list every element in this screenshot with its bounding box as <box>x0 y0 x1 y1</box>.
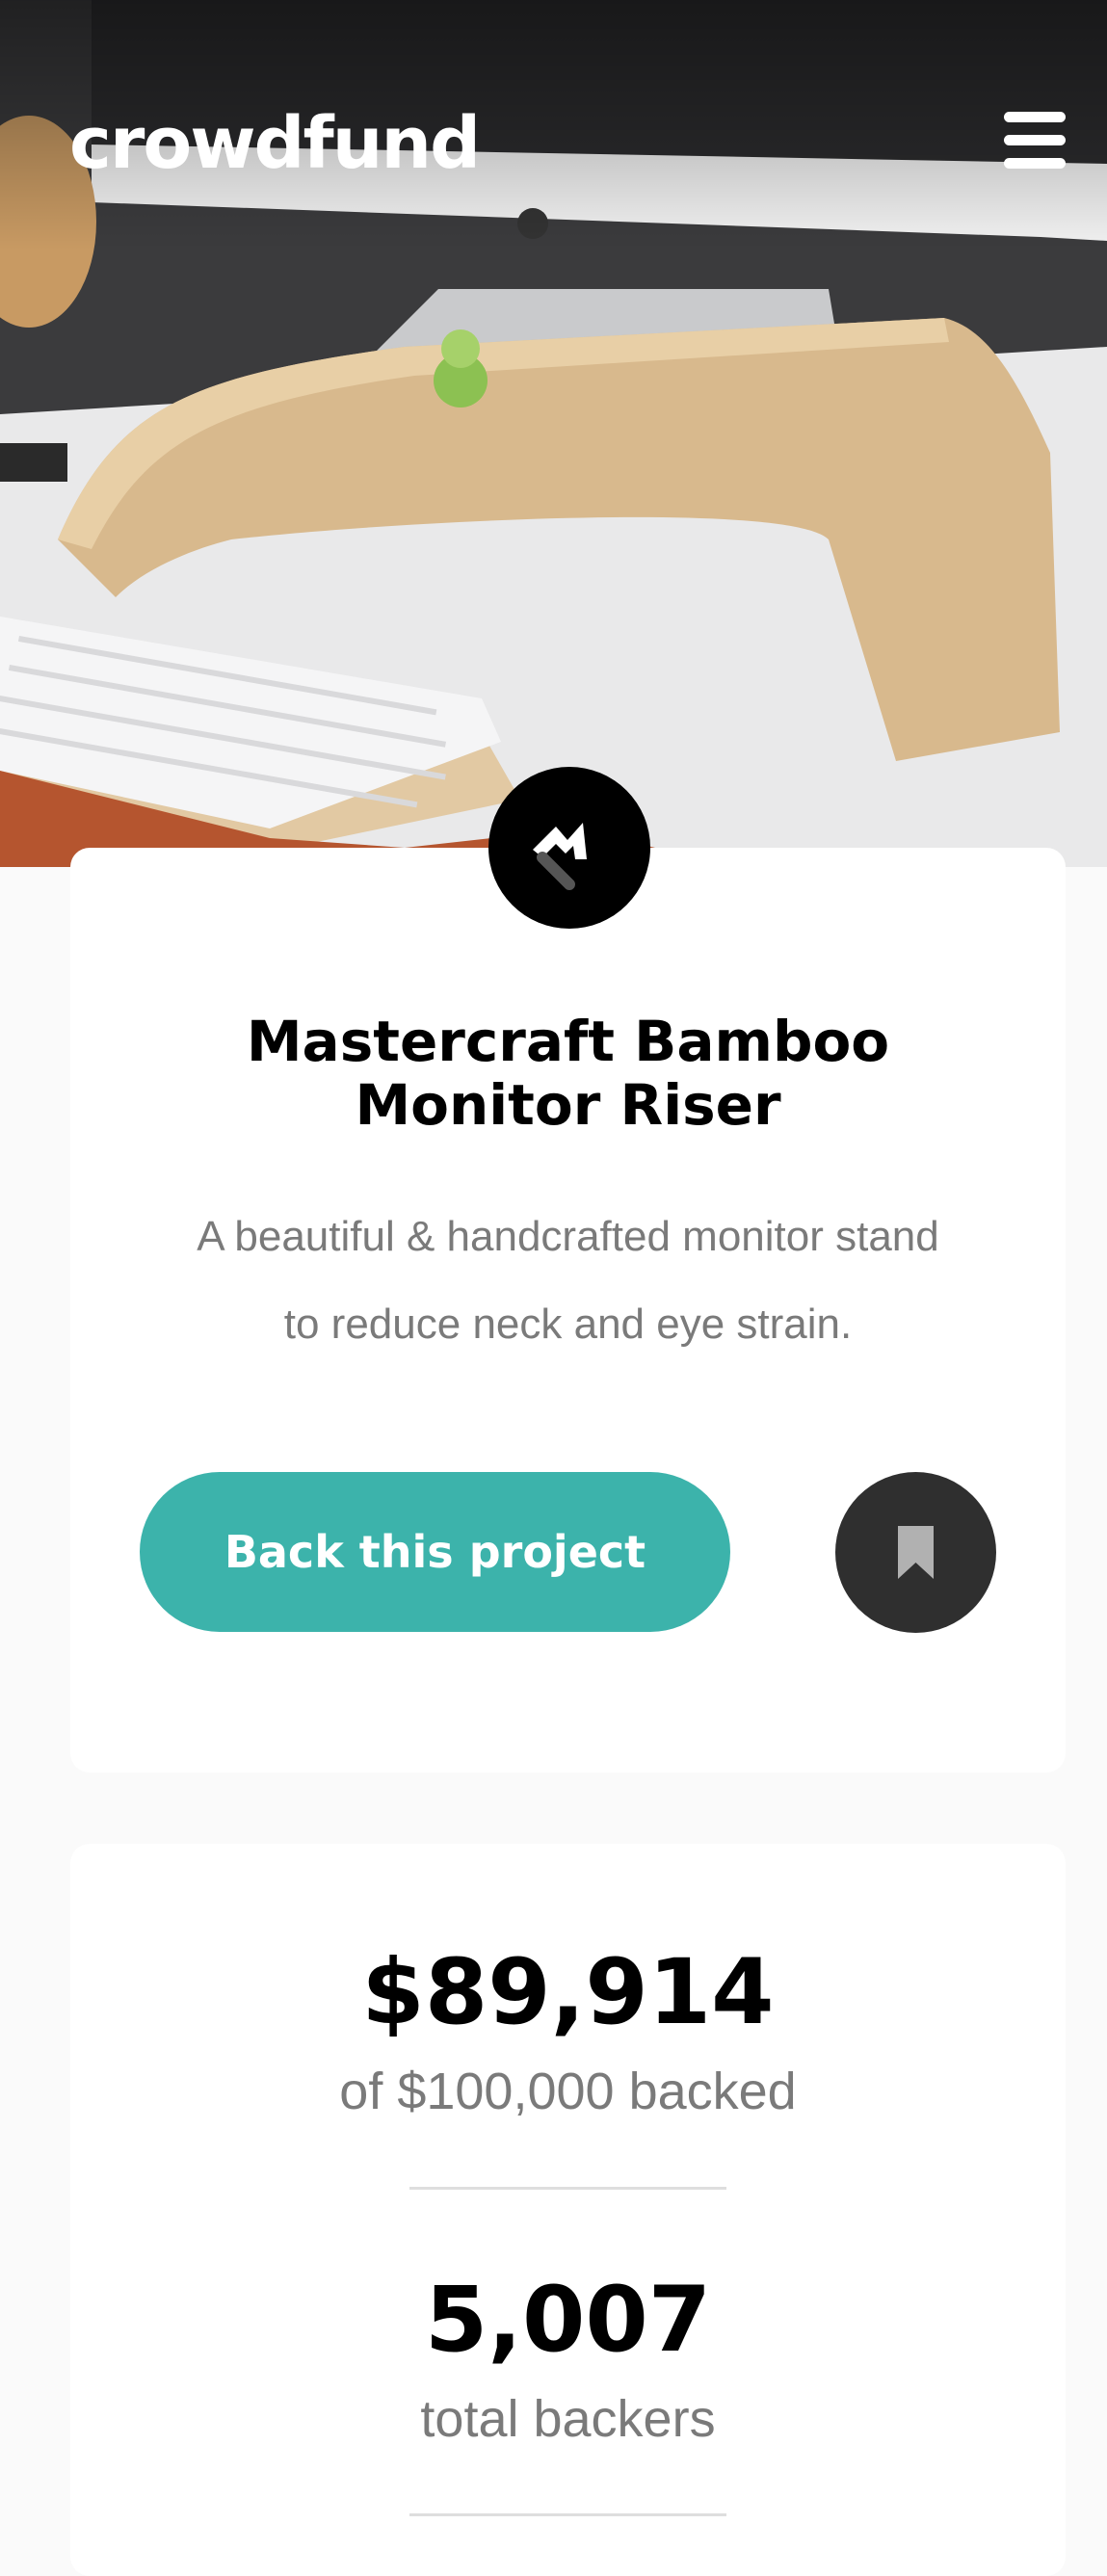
total-backers: 5,007 <box>424 2268 712 2373</box>
stats-divider-2 <box>409 2513 726 2516</box>
hamburger-icon[interactable] <box>1004 112 1066 170</box>
bookmark-icon <box>898 1526 934 1579</box>
bookmark-button[interactable] <box>835 1472 996 1633</box>
back-project-button[interactable]: Back this project <box>140 1472 730 1632</box>
hero-image: crowdfund <box>0 0 1107 867</box>
project-description-line1: A beautiful & handcrafted monitor stand <box>197 1213 939 1260</box>
project-title: Mastercraft Bamboo Monitor Riser <box>70 1010 1066 1137</box>
project-title-line2: Monitor Riser <box>355 1072 781 1138</box>
project-title-line1: Mastercraft Bamboo <box>246 1009 890 1074</box>
project-description: A beautiful & handcrafted monitor stand … <box>135 1193 1001 1368</box>
amount-backed-label: of $100,000 backed <box>339 2063 797 2120</box>
mastercraft-logo-icon <box>488 767 650 929</box>
total-backers-label: total backers <box>420 2390 716 2448</box>
stats-divider <box>409 2187 726 2190</box>
project-description-line2: to reduce neck and eye strain. <box>283 1301 853 1348</box>
site-logo[interactable]: crowdfund <box>69 108 481 179</box>
amount-backed: $89,914 <box>361 1940 775 2045</box>
